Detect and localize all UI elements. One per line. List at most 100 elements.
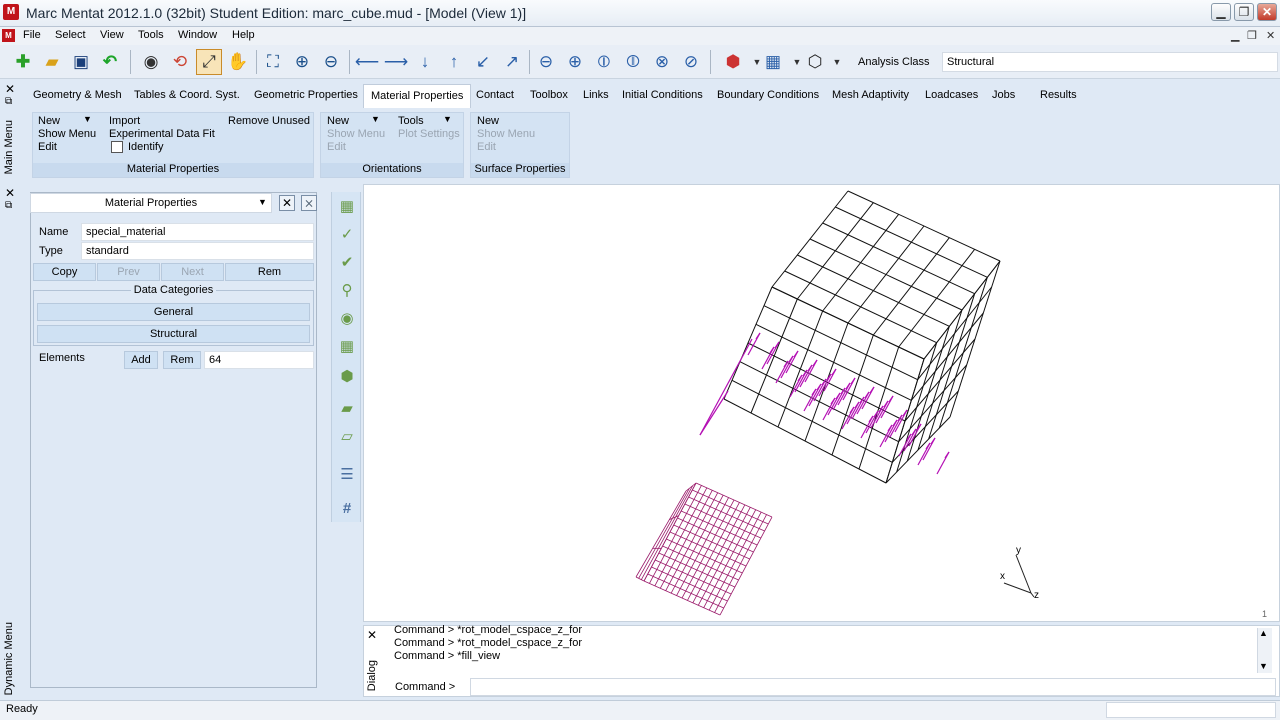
material-name-field[interactable]: special_material bbox=[81, 223, 314, 241]
zoom-in-icon[interactable]: ⊕ bbox=[289, 49, 315, 75]
maximize-button[interactable]: ❐ bbox=[1234, 3, 1254, 21]
grid-select-icon[interactable]: ▦ bbox=[335, 194, 359, 218]
scroll-down-icon[interactable]: ▼ bbox=[1259, 661, 1268, 671]
chevron-down-icon[interactable]: ▼ bbox=[824, 49, 850, 75]
move-left-icon[interactable]: ⟵ bbox=[354, 49, 380, 75]
rotate-x-pos-icon[interactable]: ⊕ bbox=[562, 49, 588, 75]
menu-window[interactable]: Window bbox=[178, 29, 217, 41]
remove-unused-button[interactable]: Remove Unused bbox=[228, 115, 310, 127]
zoom-box-icon[interactable]: ⛶ bbox=[260, 49, 286, 75]
menu-help[interactable]: Help bbox=[232, 29, 255, 41]
chevron-down-icon[interactable]: ▼ bbox=[371, 114, 380, 124]
cube-select-icon[interactable]: ⬢ bbox=[335, 364, 359, 388]
mesh-grid-icon[interactable]: ▦ bbox=[760, 49, 786, 75]
tab-contact[interactable]: Contact bbox=[469, 84, 521, 108]
surface-plane-alt-icon[interactable]: ▱ bbox=[335, 424, 359, 448]
dynamic-menu-side-tab[interactable]: Dynamic Menu bbox=[3, 622, 15, 695]
mdi-close-button[interactable]: ✕ bbox=[1266, 29, 1275, 42]
minimize-button[interactable]: ▁ bbox=[1211, 3, 1231, 21]
tab-initial-conditions[interactable]: Initial Conditions bbox=[615, 84, 710, 108]
move-diag-out-icon[interactable]: ↗ bbox=[499, 49, 525, 75]
menu-select[interactable]: Select bbox=[55, 29, 86, 41]
rotate-y-pos-icon[interactable]: ⦷ bbox=[620, 49, 646, 75]
tab-material-properties[interactable]: Material Properties bbox=[363, 84, 472, 108]
menu-tools[interactable]: Tools bbox=[138, 29, 164, 41]
mdi-minimize-button[interactable]: ▁ bbox=[1231, 29, 1239, 42]
material-type-field[interactable]: standard bbox=[81, 242, 314, 260]
new-file-icon[interactable]: ✚ bbox=[10, 49, 36, 75]
rem-button[interactable]: Rem bbox=[225, 263, 314, 281]
close-icon[interactable]: ✕ bbox=[367, 628, 377, 642]
orientations-show-menu-button[interactable]: Show Menu bbox=[327, 128, 385, 140]
tab-geometry-mesh[interactable]: Geometry & Mesh bbox=[26, 84, 129, 108]
chevron-down-icon[interactable]: ▼ bbox=[83, 114, 92, 124]
plot-settings-button[interactable]: Plot Settings bbox=[398, 128, 460, 140]
prev-button[interactable]: Prev bbox=[97, 263, 160, 281]
tab-boundary-conditions[interactable]: Boundary Conditions bbox=[710, 84, 826, 108]
copy-button[interactable]: Copy bbox=[33, 263, 96, 281]
next-button[interactable]: Next bbox=[161, 263, 224, 281]
app-logo-icon[interactable]: M bbox=[3, 4, 19, 20]
tab-mesh-adaptivity[interactable]: Mesh Adaptivity bbox=[825, 84, 916, 108]
close-all-icon[interactable]: ⨯ bbox=[301, 195, 317, 211]
experimental-data-fit-button[interactable]: Experimental Data Fit bbox=[109, 128, 215, 140]
material-edit-button[interactable]: Edit bbox=[38, 141, 57, 153]
scroll-up-icon[interactable]: ▲ bbox=[1259, 628, 1268, 638]
move-diag-in-icon[interactable]: ↙ bbox=[470, 49, 496, 75]
tab-links[interactable]: Links bbox=[576, 84, 616, 108]
fill-view-icon[interactable]: ⤢ bbox=[196, 49, 222, 75]
zoom-out-icon[interactable]: ⊖ bbox=[318, 49, 344, 75]
save-icon[interactable]: ▣ bbox=[68, 49, 94, 75]
material-new-button[interactable]: New bbox=[38, 115, 60, 127]
grid-view-icon[interactable]: ▦ bbox=[335, 334, 359, 358]
structural-category-button[interactable]: Structural bbox=[37, 325, 310, 343]
tab-loadcases[interactable]: Loadcases bbox=[918, 84, 985, 108]
elements-add-button[interactable]: Add bbox=[124, 351, 158, 369]
visibility-icon[interactable]: ◉ bbox=[335, 306, 359, 330]
close-button[interactable]: ✕ bbox=[1257, 3, 1277, 21]
surface-new-button[interactable]: New bbox=[477, 115, 499, 127]
main-menu-side-tab[interactable]: Main Menu bbox=[3, 120, 15, 174]
rotate-reset-icon[interactable]: ⟲ bbox=[167, 49, 193, 75]
pin-node-icon[interactable]: ⚲ bbox=[335, 278, 359, 302]
material-import-button[interactable]: Import bbox=[109, 115, 140, 127]
identify-checkbox[interactable] bbox=[111, 141, 123, 153]
pin-icon[interactable]: ⧉ bbox=[5, 200, 12, 211]
rotate-y-neg-icon[interactable]: ⦶ bbox=[591, 49, 617, 75]
menu-file[interactable]: File bbox=[23, 29, 41, 41]
material-show-menu-button[interactable]: Show Menu bbox=[38, 128, 96, 140]
close-icon[interactable]: ✕ bbox=[5, 186, 15, 200]
tab-geometric-properties[interactable]: Geometric Properties bbox=[247, 84, 365, 108]
orientations-new-button[interactable]: New bbox=[327, 115, 349, 127]
numbering-icon[interactable]: # bbox=[335, 496, 359, 520]
surface-show-menu-button[interactable]: Show Menu bbox=[477, 128, 535, 140]
general-category-button[interactable]: General bbox=[37, 303, 310, 321]
rotate-z-neg-icon[interactable]: ⊗ bbox=[649, 49, 675, 75]
rotate-x-neg-icon[interactable]: ⊖ bbox=[533, 49, 559, 75]
list-pointer-icon[interactable]: ☰ bbox=[335, 462, 359, 486]
check-grid-icon[interactable]: ✔ bbox=[335, 250, 359, 274]
tab-jobs[interactable]: Jobs bbox=[985, 84, 1022, 108]
command-input[interactable] bbox=[470, 678, 1276, 696]
eye-icon[interactable]: ◉ bbox=[138, 49, 164, 75]
panel-header[interactable]: Material Properties bbox=[30, 193, 272, 213]
close-icon[interactable]: ✕ bbox=[279, 195, 295, 211]
tab-tables-coord[interactable]: Tables & Coord. Syst. bbox=[127, 84, 247, 108]
render-cube-icon[interactable]: ⬢ bbox=[720, 49, 746, 75]
elements-rem-button[interactable]: Rem bbox=[163, 351, 201, 369]
tab-toolbox[interactable]: Toolbox bbox=[523, 84, 575, 108]
mdi-restore-button[interactable]: ❐ bbox=[1247, 29, 1257, 42]
pan-hand-icon[interactable]: ✋ bbox=[225, 49, 251, 75]
move-right-icon[interactable]: ⟶ bbox=[383, 49, 409, 75]
orientations-edit-button[interactable]: Edit bbox=[327, 141, 346, 153]
document-icon[interactable]: M bbox=[2, 29, 15, 42]
pin-icon[interactable]: ⧉ bbox=[5, 96, 12, 107]
rotate-z-pos-icon[interactable]: ⊘ bbox=[678, 49, 704, 75]
close-icon[interactable]: ✕ bbox=[5, 82, 15, 96]
surface-plane-icon[interactable]: ▰ bbox=[335, 396, 359, 420]
move-down-icon[interactable]: ↓ bbox=[412, 49, 438, 75]
orientations-tools-button[interactable]: Tools bbox=[398, 115, 424, 127]
open-folder-icon[interactable]: ▰ bbox=[39, 49, 65, 75]
chevron-down-icon[interactable]: ▼ bbox=[258, 197, 267, 207]
move-up-icon[interactable]: ↑ bbox=[441, 49, 467, 75]
